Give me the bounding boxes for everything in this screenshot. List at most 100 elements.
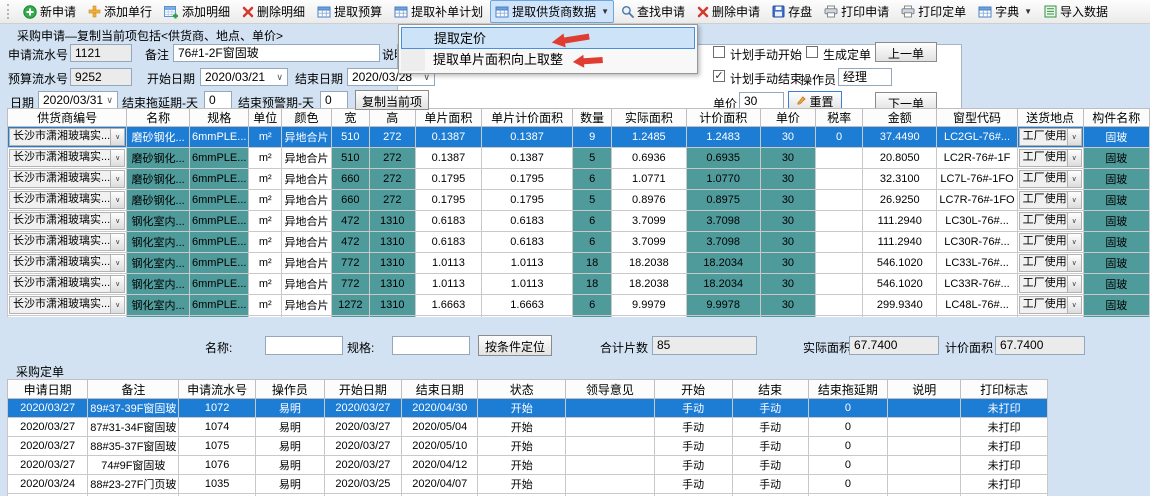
cell-combobox[interactable]: 工厂使用∨	[1019, 275, 1082, 293]
table-row[interactable]: 长沙市潇湘玻璃实...∨磨砂钢化...6mmPLE...m²异地合片660272…	[8, 169, 1150, 190]
cell-color[interactable]: 异地合片	[282, 148, 332, 169]
cell-piece-price-area[interactable]: 1.0113	[482, 274, 573, 295]
column-header-orders-6[interactable]: 状态	[478, 380, 566, 399]
cell-tax[interactable]	[816, 190, 863, 211]
cell-orders-0[interactable]: 2020/03/24	[8, 475, 88, 494]
cell-orders-11[interactable]	[888, 399, 961, 418]
cell-width[interactable]: 1272	[331, 295, 369, 316]
cell-combobox[interactable]: 工厂使用∨	[1019, 254, 1082, 272]
table-row[interactable]: 长沙市潇湘玻璃实...∨钢化室内...6mmPLE...m²异地合片127213…	[8, 316, 1150, 318]
cell-combobox[interactable]: 长沙市潇湘玻璃实...∨	[9, 296, 125, 314]
cell-piece-price-area[interactable]: 0.1795	[482, 190, 573, 211]
cell-orders-8[interactable]: 手动	[654, 399, 732, 418]
cell-delivery[interactable]: 工厂使用∨	[1017, 148, 1083, 169]
toolbar-button-extract-supplier-data[interactable]: 提取供货商数据▼	[490, 0, 614, 23]
cell-delivery[interactable]: 工厂使用∨	[1017, 274, 1083, 295]
cell-window-code[interactable]: LC33L-76#...	[937, 253, 1017, 274]
cell-unit-price[interactable]: 30	[760, 211, 815, 232]
cell-combobox[interactable]: 长沙市潇湘玻璃实...∨	[9, 128, 125, 146]
table-row[interactable]: 长沙市潇湘玻璃实...∨钢化室内...6mmPLE...m²异地合片772131…	[8, 274, 1150, 295]
cell-orders-3[interactable]: 易明	[255, 418, 324, 437]
table-row[interactable]: 2020/03/2774#9F窗固玻1076易明2020/03/272020/0…	[8, 456, 1048, 475]
cell-orders-7[interactable]	[566, 475, 655, 494]
cell-height[interactable]: 1310	[369, 253, 415, 274]
cell-qty[interactable]: 5	[573, 148, 612, 169]
column-header-orders-12[interactable]: 打印标志	[961, 380, 1048, 399]
cell-qty[interactable]: 5	[573, 190, 612, 211]
cell-price-area[interactable]: 1.2483	[686, 127, 760, 148]
cell-supplier[interactable]: 长沙市潇湘玻璃实...∨	[8, 253, 127, 274]
cell-amount[interactable]: 20.8050	[863, 148, 937, 169]
cell-height[interactable]: 1310	[369, 295, 415, 316]
cell-part[interactable]: 固玻	[1083, 127, 1149, 148]
cell-orders-9[interactable]: 手动	[732, 399, 808, 418]
cell-combobox[interactable]: 工厂使用∨	[1019, 191, 1082, 209]
cell-combobox[interactable]: 工厂使用∨	[1019, 149, 1082, 167]
cell-unit[interactable]: m²	[249, 169, 282, 190]
cell-name[interactable]: 磨砂钢化...	[127, 190, 190, 211]
table-row[interactable]: 长沙市潇湘玻璃实...∨钢化室内...6mmPLE...m²异地合片472131…	[8, 211, 1150, 232]
cell-spec[interactable]: 6mmPLE...	[190, 127, 249, 148]
column-header-spec[interactable]: 规格	[190, 109, 249, 127]
cell-unit[interactable]: m²	[249, 190, 282, 211]
cell-height[interactable]: 1310	[369, 211, 415, 232]
cell-unit-price[interactable]: 30	[760, 295, 815, 316]
cell-piece-area[interactable]: 0.6183	[415, 232, 481, 253]
cell-orders-12[interactable]: 未打印	[961, 475, 1048, 494]
column-header-width[interactable]: 宽	[331, 109, 369, 127]
cell-orders-10[interactable]: 0	[808, 437, 887, 456]
budget-no-field[interactable]: 9252	[70, 68, 132, 86]
cell-orders-4[interactable]: 2020/03/25	[324, 475, 401, 494]
cell-orders-10[interactable]: 0	[808, 399, 887, 418]
cell-combobox[interactable]: 长沙市潇湘玻璃实...∨	[9, 191, 125, 209]
cell-supplier[interactable]: 长沙市潇湘玻璃实...∨	[8, 190, 127, 211]
request-no-field[interactable]: 1121	[70, 44, 132, 62]
cell-orders-6[interactable]: 开始	[478, 437, 566, 456]
cell-tax[interactable]	[816, 274, 863, 295]
column-header-orders-8[interactable]: 开始	[654, 380, 732, 399]
cell-piece-area[interactable]: 1.6663	[415, 295, 481, 316]
cell-actual-area[interactable]: 1.2485	[612, 127, 686, 148]
cell-piece-price-area[interactable]: 0.6183	[482, 232, 573, 253]
cell-qty[interactable]: 6	[573, 295, 612, 316]
toolbar-button-extract-budget[interactable]: 提取预算	[312, 0, 387, 23]
cell-orders-9[interactable]: 手动	[732, 418, 808, 437]
cell-delivery[interactable]: 工厂使用∨	[1017, 190, 1083, 211]
cell-orders-9[interactable]: 手动	[732, 475, 808, 494]
cell-amount[interactable]: 299.9340	[863, 316, 937, 318]
cell-unit[interactable]: m²	[249, 274, 282, 295]
cell-orders-3[interactable]: 易明	[255, 456, 324, 475]
cell-orders-4[interactable]: 2020/03/27	[324, 418, 401, 437]
cell-orders-2[interactable]: 1075	[179, 437, 255, 456]
column-header-tax[interactable]: 税率	[816, 109, 863, 127]
cell-price-area[interactable]: 18.2034	[686, 253, 760, 274]
toolbar-button-new-request[interactable]: 新申请	[18, 0, 81, 23]
cell-window-code[interactable]: LC48R-76#...	[937, 316, 1017, 318]
cell-combobox[interactable]: 长沙市潇湘玻璃实...∨	[9, 233, 125, 251]
column-header-amount[interactable]: 金额	[863, 109, 937, 127]
chevron-down-icon[interactable]: ∨	[106, 93, 113, 108]
table-row[interactable]: 长沙市潇湘玻璃实...∨磨砂钢化...6mmPLE...m²异地合片660272…	[8, 190, 1150, 211]
cell-combobox[interactable]: 长沙市潇湘玻璃实...∨	[9, 275, 125, 293]
column-header-delivery[interactable]: 送货地点	[1017, 109, 1083, 127]
column-header-orders-10[interactable]: 结束拖延期	[808, 380, 887, 399]
column-header-piece-price-area[interactable]: 单片计价面积	[482, 109, 573, 127]
column-header-orders-4[interactable]: 开始日期	[324, 380, 401, 399]
cell-tax[interactable]	[816, 316, 863, 318]
cell-piece-price-area[interactable]: 0.1387	[482, 127, 573, 148]
cell-window-code[interactable]: LC2GL-76#...	[937, 127, 1017, 148]
cell-price-area[interactable]: 3.7098	[686, 232, 760, 253]
cell-qty[interactable]: 18	[573, 253, 612, 274]
cell-window-code[interactable]: LC33R-76#...	[937, 274, 1017, 295]
column-header-color[interactable]: 颜色	[282, 109, 332, 127]
cell-spec[interactable]: 6mmPLE...	[190, 316, 249, 318]
cell-orders-11[interactable]	[888, 475, 961, 494]
chevron-down-icon[interactable]: ∨	[110, 213, 124, 229]
cell-combobox[interactable]: 长沙市潇湘玻璃实...∨	[9, 149, 125, 167]
cell-name[interactable]: 磨砂钢化...	[127, 169, 190, 190]
cell-part[interactable]: 固玻	[1083, 274, 1149, 295]
column-header-orders-0[interactable]: 申请日期	[8, 380, 88, 399]
cell-color[interactable]: 异地合片	[282, 316, 332, 318]
cell-orders-6[interactable]: 开始	[478, 418, 566, 437]
column-header-piece-area[interactable]: 单片面积	[415, 109, 481, 127]
